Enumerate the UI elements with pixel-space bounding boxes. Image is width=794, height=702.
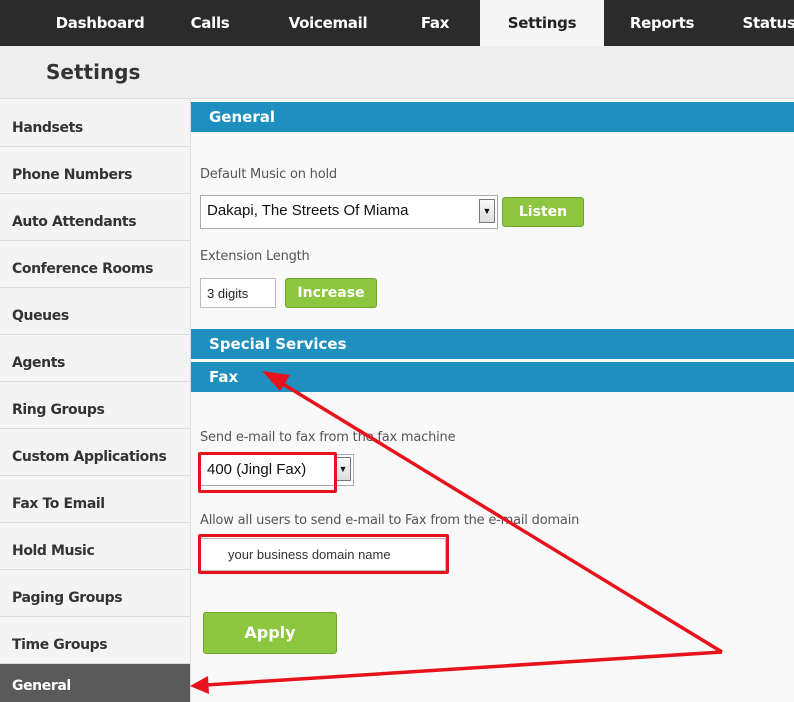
annotation-arrow	[205, 379, 723, 687]
arrowhead-icon	[190, 676, 209, 694]
arrowhead-icon	[262, 371, 290, 391]
annotation-arrows	[190, 371, 723, 694]
